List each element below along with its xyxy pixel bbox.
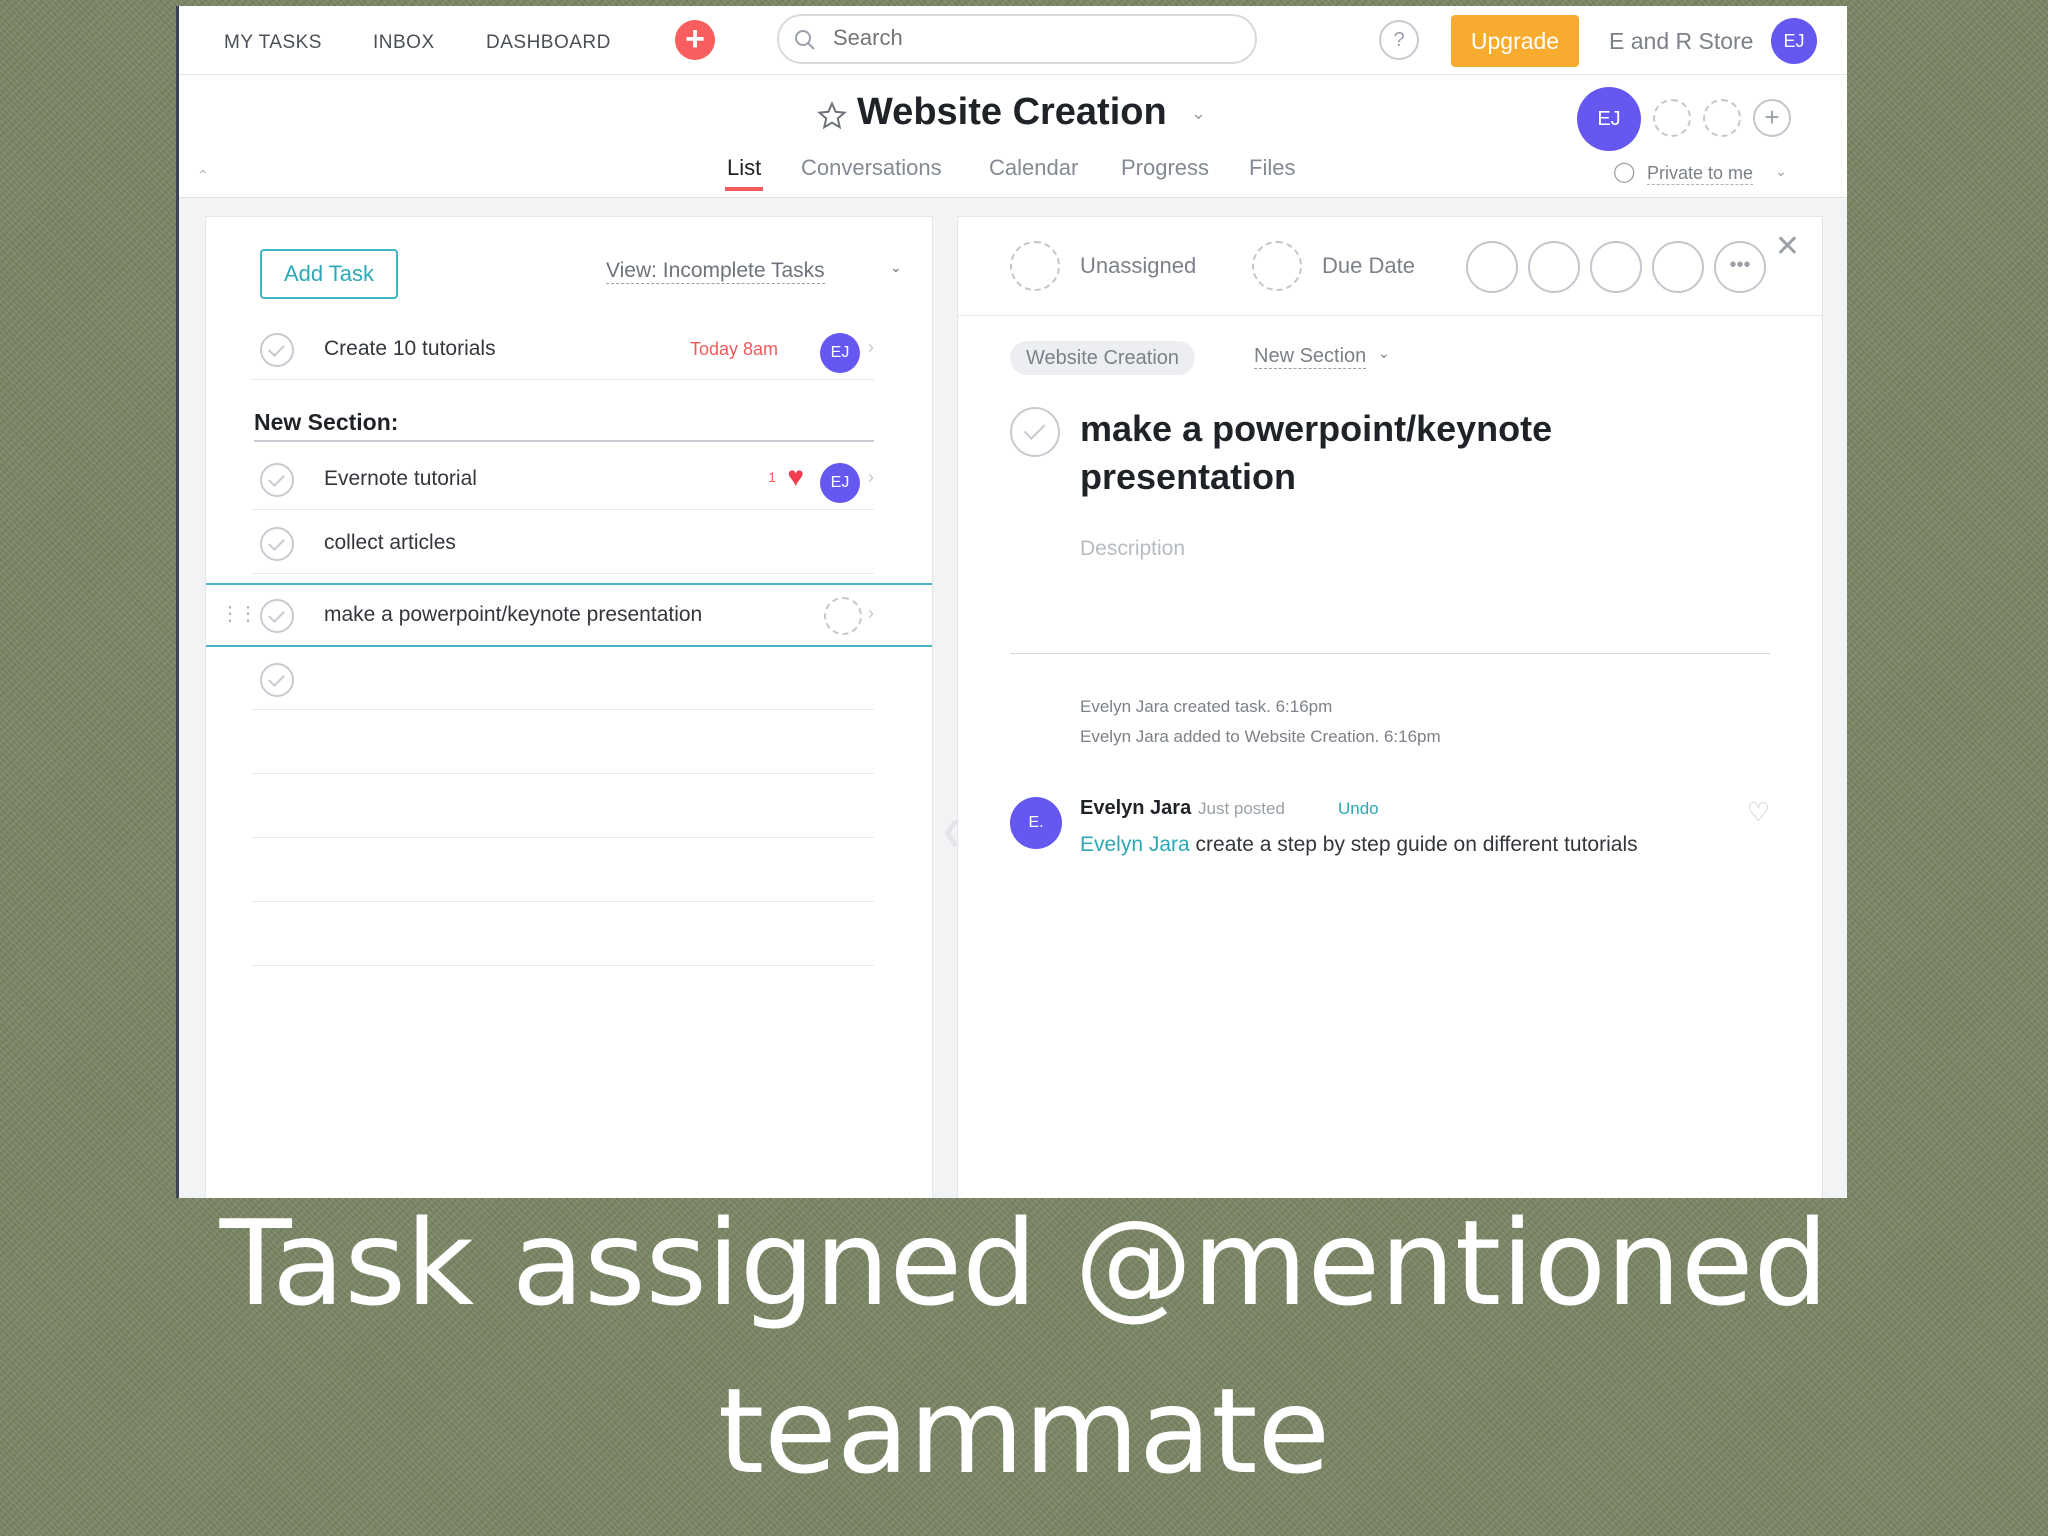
task-title[interactable]: make a powerpoint/keynote presentation bbox=[1080, 405, 1640, 501]
heart-icon[interactable]: ♥ bbox=[787, 461, 804, 493]
top-bar: MY TASKS INBOX DASHBOARD + ? Upgrade E a… bbox=[179, 6, 1847, 75]
active-tab-indicator bbox=[725, 187, 763, 191]
chevron-down-icon[interactable]: ⌄ bbox=[1191, 103, 1206, 124]
empty-row bbox=[252, 839, 874, 902]
project-header: Website Creation ⌄ EJ + ⌃ List Conversat… bbox=[179, 75, 1847, 198]
section-select[interactable]: New Section bbox=[1254, 345, 1367, 369]
chevron-down-icon[interactable]: ⌄ bbox=[1775, 163, 1787, 180]
help-button[interactable]: ? bbox=[1379, 20, 1419, 60]
drag-handle-icon[interactable]: ⋮⋮ bbox=[220, 601, 258, 626]
collapse-icon[interactable]: ⌃ bbox=[197, 167, 209, 184]
search-bar[interactable] bbox=[777, 14, 1257, 64]
due-date-select[interactable]: Due Date bbox=[1322, 253, 1415, 279]
task-row[interactable]: Evernote tutorial 1 ♥ EJ › bbox=[252, 447, 874, 510]
task-name[interactable]: Evernote tutorial bbox=[324, 467, 477, 491]
task-name[interactable]: collect articles bbox=[324, 531, 456, 555]
activity-story: Evelyn Jara created task. 6:16pm bbox=[1080, 697, 1333, 716]
privacy-select[interactable]: Private to me bbox=[1647, 163, 1754, 185]
section-header[interactable]: New Section: bbox=[254, 409, 874, 442]
undo-link[interactable]: Undo bbox=[1338, 799, 1379, 819]
project-pill[interactable]: Website Creation bbox=[1010, 341, 1196, 375]
subtask-icon[interactable] bbox=[1590, 241, 1642, 293]
assignee-avatar[interactable]: EJ bbox=[820, 333, 860, 373]
tab-conversations[interactable]: Conversations bbox=[801, 155, 942, 181]
pointer-caret: ❮ bbox=[941, 816, 963, 846]
chevron-right-icon[interactable]: › bbox=[868, 467, 874, 488]
assignee-select[interactable]: Unassigned bbox=[1080, 253, 1196, 279]
nav-inbox[interactable]: INBOX bbox=[373, 32, 435, 54]
comment-author[interactable]: Evelyn Jara bbox=[1080, 797, 1191, 820]
description-field[interactable]: Description bbox=[1080, 537, 1185, 561]
complete-checkbox[interactable] bbox=[260, 463, 294, 497]
chevron-down-icon[interactable]: ⌄ bbox=[890, 259, 902, 276]
description-divider bbox=[1010, 653, 1770, 654]
task-row-inner: make a powerpoint/keynote presentation › bbox=[252, 583, 874, 645]
comment-time: Just posted bbox=[1198, 799, 1285, 818]
tab-files[interactable]: Files bbox=[1249, 155, 1295, 181]
nav-my-tasks[interactable]: MY TASKS bbox=[224, 32, 322, 54]
due-date: Today 8am bbox=[689, 339, 778, 359]
search-icon bbox=[795, 30, 815, 50]
task-row[interactable]: Create 10 tutorials Today 8am EJ › bbox=[252, 317, 874, 380]
tab-list[interactable]: List bbox=[727, 155, 761, 181]
caption-line-1: Task assigned @mentioned bbox=[219, 1194, 1829, 1332]
toolbar-divider bbox=[958, 315, 1822, 316]
chevron-down-icon[interactable]: ⌄ bbox=[1378, 345, 1390, 362]
heart-icon[interactable] bbox=[1466, 241, 1518, 293]
more-icon[interactable]: ••• bbox=[1714, 241, 1766, 293]
chevron-right-icon[interactable]: › bbox=[868, 337, 874, 358]
mention-link[interactable]: Evelyn Jara bbox=[1080, 833, 1190, 856]
nav-dashboard[interactable]: DASHBOARD bbox=[486, 32, 611, 54]
org-switcher[interactable]: E and R Store bbox=[1609, 28, 1753, 55]
tag-icon[interactable] bbox=[1528, 241, 1580, 293]
chevron-right-icon[interactable]: › bbox=[868, 603, 874, 624]
assign-icon[interactable] bbox=[824, 597, 862, 635]
person-icon: ◯ bbox=[1613, 161, 1636, 183]
complete-checkbox[interactable] bbox=[260, 333, 294, 367]
help-icon: ? bbox=[1393, 29, 1405, 51]
add-member-icon[interactable] bbox=[1703, 99, 1741, 137]
empty-row bbox=[252, 711, 874, 774]
mark-complete-button[interactable] bbox=[1010, 407, 1060, 457]
like-count: 1 bbox=[768, 469, 776, 485]
complete-checkbox[interactable] bbox=[260, 599, 294, 633]
star-icon[interactable] bbox=[817, 101, 847, 131]
project-owner-avatar[interactable]: EJ bbox=[1577, 87, 1641, 151]
app-screenshot: MY TASKS INBOX DASHBOARD + ? Upgrade E a… bbox=[176, 6, 1847, 1198]
tab-calendar[interactable]: Calendar bbox=[989, 155, 1078, 181]
attachment-icon[interactable] bbox=[1652, 241, 1704, 293]
assignee-icon[interactable] bbox=[1010, 241, 1060, 291]
quick-add-button[interactable]: + bbox=[675, 20, 715, 60]
heart-icon[interactable]: ♡ bbox=[1747, 797, 1770, 828]
empty-task-row[interactable] bbox=[252, 647, 874, 710]
caption-line-2: teammate bbox=[717, 1362, 1331, 1500]
add-task-button[interactable]: Add Task bbox=[260, 249, 398, 299]
comment-text: create a step by step guide on different… bbox=[1189, 833, 1638, 856]
empty-row bbox=[252, 775, 874, 838]
search-input[interactable] bbox=[831, 24, 1215, 52]
task-list-pane: Add Task View: Incomplete Tasks ⌄ Create… bbox=[205, 216, 933, 1198]
complete-checkbox[interactable] bbox=[260, 527, 294, 561]
add-member-icon[interactable] bbox=[1653, 99, 1691, 137]
task-name[interactable]: make a powerpoint/keynote presentation bbox=[324, 603, 702, 627]
complete-checkbox[interactable] bbox=[260, 663, 294, 697]
task-row[interactable]: collect articles bbox=[252, 511, 874, 574]
upgrade-button[interactable]: Upgrade bbox=[1451, 15, 1579, 67]
plus-icon: + bbox=[685, 20, 705, 58]
comment-avatar: E. bbox=[1010, 797, 1062, 849]
user-avatar[interactable]: EJ bbox=[1771, 18, 1817, 64]
assignee-avatar[interactable]: EJ bbox=[820, 463, 860, 503]
task-detail-pane: Unassigned Due Date ••• ✕ Website Creati… bbox=[957, 216, 1823, 1198]
calendar-icon[interactable] bbox=[1252, 241, 1302, 291]
task-name[interactable]: Create 10 tutorials bbox=[324, 337, 496, 361]
task-row-selected[interactable]: ⋮⋮ make a powerpoint/keynote presentatio… bbox=[206, 583, 932, 647]
comment-body: Evelyn Jara create a step by step guide … bbox=[1080, 833, 1638, 857]
project-title[interactable]: Website Creation bbox=[857, 91, 1167, 134]
add-member-plus-icon[interactable]: + bbox=[1753, 99, 1791, 137]
tab-progress[interactable]: Progress bbox=[1121, 155, 1209, 181]
view-filter-select[interactable]: View: Incomplete Tasks bbox=[606, 259, 825, 284]
empty-row bbox=[252, 903, 874, 966]
close-icon[interactable]: ✕ bbox=[1775, 229, 1800, 264]
activity-story: Evelyn Jara added to Website Creation. 6… bbox=[1080, 727, 1441, 746]
